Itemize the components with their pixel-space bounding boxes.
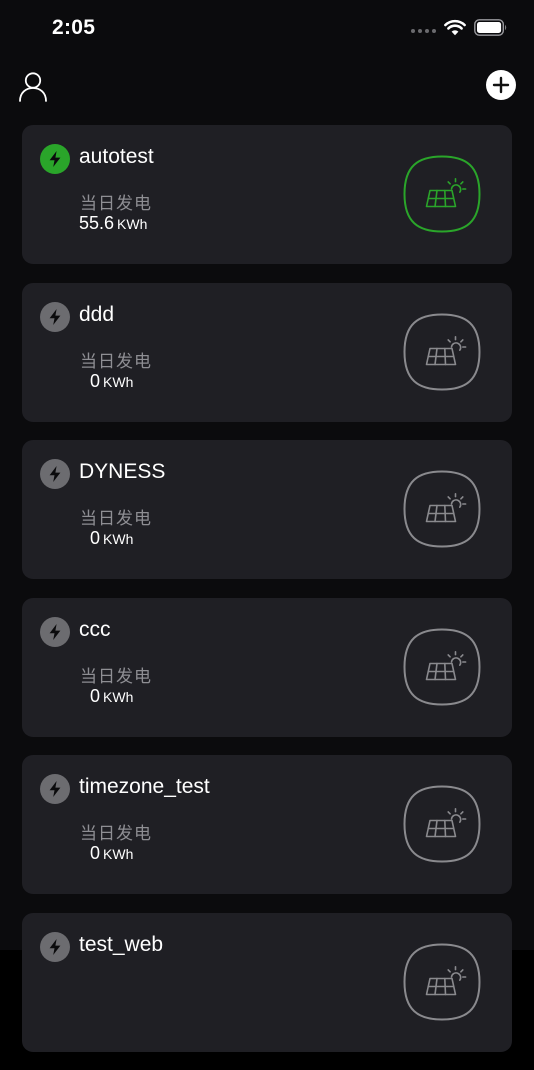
person-icon [19,72,47,102]
plant-card[interactable]: test_web [22,912,512,1052]
solar-panel-icon [403,155,481,233]
plant-card[interactable]: DYNESS 当日发电 0 KWh [22,440,512,579]
plant-name: ccc [79,617,111,641]
plant-name: autotest [79,145,154,168]
lightning-icon [40,144,70,174]
daily-generation-label: 当日发电 [80,194,152,213]
plant-name: test_web [79,932,164,956]
solar-panel-icon [403,312,481,391]
lightning-icon [40,616,70,647]
daily-generation-label: 当日发电 [80,351,152,371]
lightning-icon [40,931,70,962]
profile-button[interactable] [17,68,49,104]
solar-panel-icon [403,470,481,548]
daily-generation-value: 0 KWh [90,686,133,707]
lightning-icon [40,774,70,804]
solar-panel-icon [403,785,481,863]
daily-generation-value: 0 KWh [90,528,133,549]
wifi-icon [444,19,466,36]
plant-name: ddd [79,302,115,326]
lightning-icon [40,301,70,332]
generation-number: 55.6 [79,213,115,233]
plus-circle-icon [492,76,510,94]
plant-card[interactable]: ccc 当日发电 0 KWh [22,597,512,737]
plant-name: DYNESS [79,460,166,483]
daily-generation-label: 当日发电 [80,824,152,843]
solar-panel-icon [403,942,481,1021]
generation-unit: KWh [117,216,148,232]
daily-generation-label: 当日发电 [80,666,152,686]
generation-unit: KWh [103,846,134,862]
header-bar [0,64,534,108]
cellular-signal-icon [411,28,436,33]
daily-generation-value: 0 KWh [90,843,133,864]
plant-name: timezone_test [79,775,210,798]
generation-number: 0 [90,528,101,548]
generation-number: 0 [90,685,101,706]
generation-number: 0 [90,843,101,863]
daily-generation-label: 当日发电 [80,509,152,528]
solar-panel-icon [403,627,481,706]
status-time: 2:05 [52,16,96,39]
daily-generation-value: 55.6 KWh [79,213,147,234]
daily-generation-value: 0 KWh [90,371,133,392]
plant-card[interactable]: ddd 当日发电 0 KWh [22,282,512,422]
plant-card[interactable]: timezone_test 当日发电 0 KWh [22,755,512,894]
battery-icon [474,19,507,36]
generation-unit: KWh [103,373,134,390]
status-bar: 2:05 [0,0,534,60]
status-icons [411,19,508,36]
generation-number: 0 [90,370,101,391]
generation-unit: KWh [103,688,134,705]
generation-unit: KWh [103,531,134,547]
daily-generation-value [90,1001,93,1022]
plant-card[interactable]: autotest 当日发电 55.6 KWh [22,125,512,264]
add-plant-button[interactable] [486,70,516,100]
lightning-icon [40,459,70,489]
plant-list: autotest 当日发电 55.6 KWh ddd 当日发电 0 KWh DY… [22,125,512,1070]
